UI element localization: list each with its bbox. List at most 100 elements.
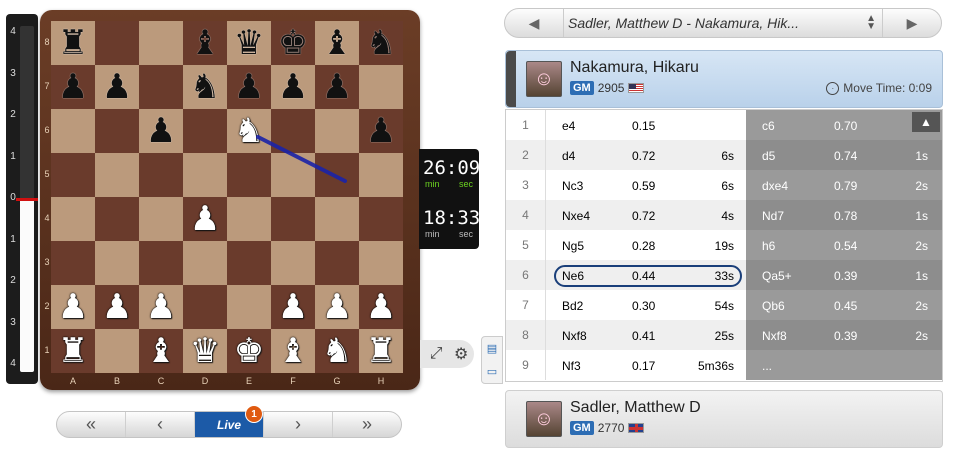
black-move[interactable]: Qa5+ 0.39 1s — [746, 260, 942, 290]
square-e3[interactable] — [227, 241, 271, 285]
last-move-button[interactable]: » — [333, 412, 401, 437]
black-queen-icon[interactable]: ♛ — [234, 26, 264, 60]
white-move[interactable]: e4 0.15 — [546, 110, 746, 140]
previous-move-button[interactable]: ‹ — [126, 412, 195, 437]
square-d5[interactable] — [183, 153, 227, 197]
square-h7[interactable] — [359, 65, 403, 109]
square-e2[interactable] — [227, 285, 271, 329]
square-c6[interactable]: ♟ — [139, 109, 183, 153]
square-d4[interactable]: ♟ — [183, 197, 227, 241]
square-e1[interactable]: ♚ — [227, 329, 271, 373]
square-c1[interactable]: ♝ — [139, 329, 183, 373]
black-pawn-icon[interactable]: ♟ — [322, 70, 352, 104]
white-move[interactable]: Nf3 0.17 5m36s — [546, 350, 746, 380]
first-move-button[interactable]: « — [57, 412, 126, 437]
square-h6[interactable]: ♟ — [359, 109, 403, 153]
square-h2[interactable]: ♟ — [359, 285, 403, 329]
square-f3[interactable] — [271, 241, 315, 285]
black-knight-icon[interactable]: ♞ — [366, 26, 396, 60]
square-f8[interactable]: ♚ — [271, 21, 315, 65]
square-e5[interactable] — [227, 153, 271, 197]
square-h5[interactable] — [359, 153, 403, 197]
square-e4[interactable] — [227, 197, 271, 241]
game-dropdown[interactable]: Sadler, Matthew D - Nakamura, Hik... ▲ ▼ — [563, 9, 883, 37]
white-move[interactable]: Ng5 0.28 19s — [546, 230, 746, 260]
square-c7[interactable] — [139, 65, 183, 109]
white-pawn-icon[interactable]: ♟ — [190, 202, 220, 236]
settings-gear-icon[interactable]: ⚙ — [454, 344, 468, 364]
square-a4[interactable] — [51, 197, 95, 241]
square-d1[interactable]: ♛ — [183, 329, 227, 373]
square-b7[interactable]: ♟ — [95, 65, 139, 109]
white-bishop-icon[interactable]: ♝ — [146, 334, 176, 368]
black-move[interactable]: h6 0.54 2s — [746, 230, 942, 260]
square-e6[interactable]: ♞ — [227, 109, 271, 153]
square-a5[interactable] — [51, 153, 95, 197]
square-h8[interactable]: ♞ — [359, 21, 403, 65]
square-g2[interactable]: ♟ — [315, 285, 359, 329]
square-a2[interactable]: ♟ — [51, 285, 95, 329]
black-pawn-icon[interactable]: ♟ — [102, 70, 132, 104]
square-g8[interactable]: ♝ — [315, 21, 359, 65]
black-pawn-icon[interactable]: ♟ — [146, 114, 176, 148]
square-d8[interactable]: ♝ — [183, 21, 227, 65]
square-h1[interactable]: ♜ — [359, 329, 403, 373]
square-b4[interactable] — [95, 197, 139, 241]
square-b2[interactable]: ♟ — [95, 285, 139, 329]
square-g4[interactable] — [315, 197, 359, 241]
black-rook-icon[interactable]: ♜ — [58, 26, 88, 60]
square-f6[interactable] — [271, 109, 315, 153]
white-king-icon[interactable]: ♚ — [234, 334, 264, 368]
square-e8[interactable]: ♛ — [227, 21, 271, 65]
chat-tab-icon[interactable]: ▭ — [487, 365, 497, 378]
black-bishop-icon[interactable]: ♝ — [322, 26, 352, 60]
black-move[interactable]: d5 0.74 1s — [746, 140, 942, 170]
black-pawn-icon[interactable]: ♟ — [58, 70, 88, 104]
square-h3[interactable] — [359, 241, 403, 285]
square-g3[interactable] — [315, 241, 359, 285]
square-c5[interactable] — [139, 153, 183, 197]
black-bishop-icon[interactable]: ♝ — [190, 26, 220, 60]
square-d3[interactable] — [183, 241, 227, 285]
square-f5[interactable] — [271, 153, 315, 197]
white-rook-icon[interactable]: ♜ — [366, 334, 396, 368]
square-f1[interactable]: ♝ — [271, 329, 315, 373]
white-knight-icon[interactable]: ♞ — [234, 114, 264, 148]
square-a1[interactable]: ♜ — [51, 329, 95, 373]
square-d2[interactable] — [183, 285, 227, 329]
flip-board-icon[interactable]: ⤢ — [430, 345, 443, 363]
white-pawn-icon[interactable]: ♟ — [146, 290, 176, 324]
square-c3[interactable] — [139, 241, 183, 285]
white-pawn-icon[interactable]: ♟ — [366, 290, 396, 324]
square-a3[interactable] — [51, 241, 95, 285]
black-pawn-icon[interactable]: ♟ — [278, 70, 308, 104]
square-c2[interactable]: ♟ — [139, 285, 183, 329]
notation-tab-icon[interactable]: ▤ — [487, 342, 497, 355]
square-c8[interactable] — [139, 21, 183, 65]
square-b6[interactable] — [95, 109, 139, 153]
square-g7[interactable]: ♟ — [315, 65, 359, 109]
next-game-button[interactable]: ▶ — [883, 15, 941, 32]
black-pawn-icon[interactable]: ♟ — [234, 70, 264, 104]
prev-game-button[interactable]: ◀ — [505, 15, 563, 32]
white-move[interactable]: d4 0.72 6s — [546, 140, 746, 170]
square-g6[interactable] — [315, 109, 359, 153]
black-pawn-icon[interactable]: ♟ — [366, 114, 396, 148]
black-knight-icon[interactable]: ♞ — [190, 70, 220, 104]
white-pawn-icon[interactable]: ♟ — [322, 290, 352, 324]
white-rook-icon[interactable]: ♜ — [58, 334, 88, 368]
white-move[interactable]: Nc3 0.59 6s — [546, 170, 746, 200]
white-knight-icon[interactable]: ♞ — [322, 334, 352, 368]
white-pawn-icon[interactable]: ♟ — [58, 290, 88, 324]
square-c4[interactable] — [139, 197, 183, 241]
black-move[interactable]: dxe4 0.79 2s — [746, 170, 942, 200]
black-move[interactable]: ... — [746, 350, 942, 380]
collapse-button[interactable]: ▲ — [912, 112, 940, 132]
white-move[interactable]: Nxf8 0.41 25s — [546, 320, 746, 350]
square-d7[interactable]: ♞ — [183, 65, 227, 109]
square-b3[interactable] — [95, 241, 139, 285]
white-move[interactable]: Nxe4 0.72 4s — [546, 200, 746, 230]
black-king-icon[interactable]: ♚ — [278, 26, 308, 60]
black-move[interactable]: Nxf8 0.39 2s — [746, 320, 942, 350]
square-a7[interactable]: ♟ — [51, 65, 95, 109]
